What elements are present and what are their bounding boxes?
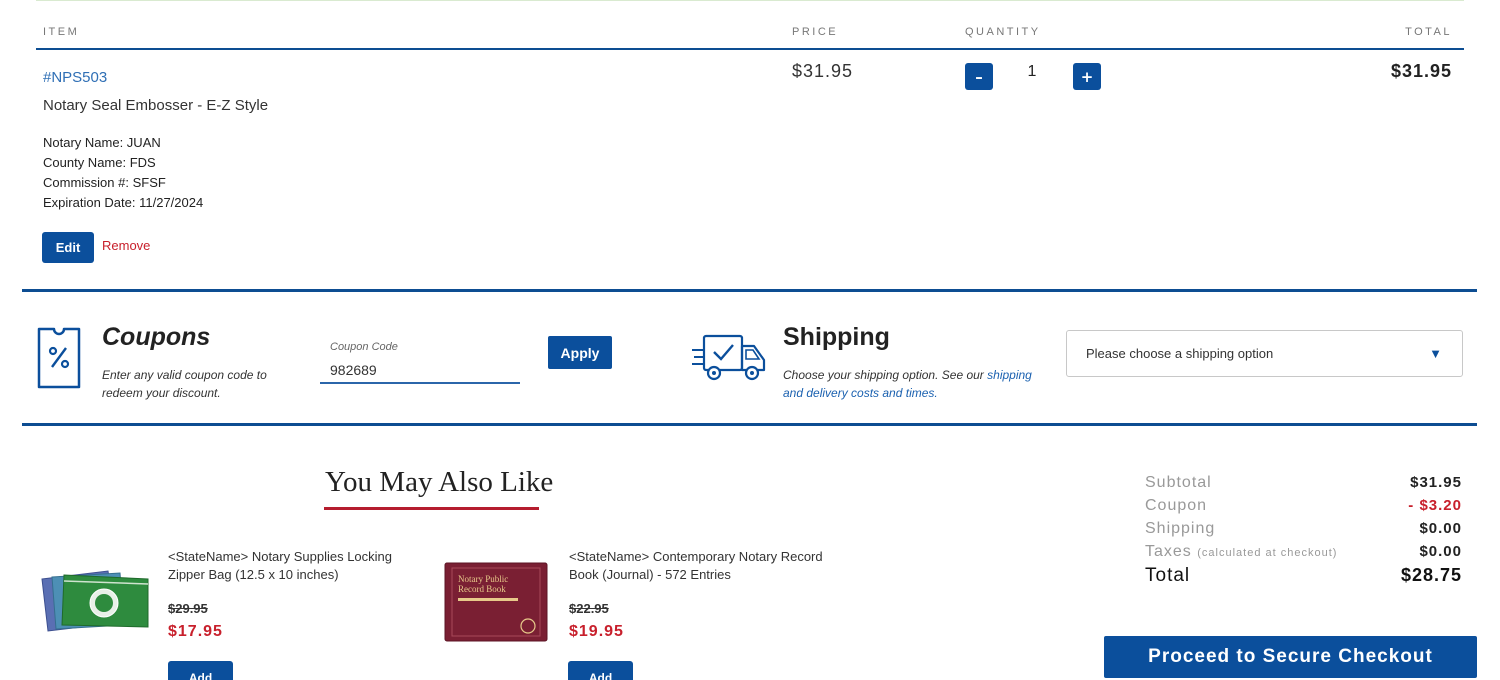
summary-total-row: Total $28.75 [1145,565,1462,587]
dropdown-arrow-icon: ▼ [1429,346,1442,361]
rec-item-1-price: $17.95 [168,623,223,640]
coupons-title: Coupons [102,323,211,351]
item-spec-commission: Commission #: SFSF [43,175,166,190]
decrease-quantity-button[interactable]: – [965,63,993,90]
edit-item-button[interactable]: Edit [42,232,94,263]
recommendations-title: You May Also Like [325,466,554,498]
apply-coupon-button[interactable]: Apply [548,336,612,369]
item-spec-county-name: County Name: FDS [43,155,156,170]
taxes-note: (calculated at checkout) [1197,547,1338,559]
proceed-to-checkout-button[interactable]: Proceed to Secure Checkout [1104,636,1477,678]
recommendations-title-underline [324,507,539,510]
item-line-total: $31.95 [1390,61,1452,81]
column-header-quantity: QUANTITY [965,26,1041,38]
record-book-product-image[interactable]: Notary Public Record Book [444,562,548,647]
shipping-cost-value: $0.00 [1419,520,1462,537]
taxes-label: Taxes (calculated at checkout) [1145,543,1337,561]
rec-item-1-old-price: $29.95 [168,601,208,616]
record-book-cover-title-line1: Notary Public [458,574,508,584]
zipper-bag-product-image[interactable] [38,565,152,640]
shipping-title: Shipping [783,323,890,351]
item-spec-notary-name: Notary Name: JUAN [43,135,161,150]
summary-subtotal-row: Subtotal $31.95 [1145,474,1462,492]
item-title: Notary Seal Embosser - E-Z Style [43,97,269,114]
shipping-option-select[interactable]: Please choose a shipping option ▼ [1066,330,1463,377]
item-sku-link[interactable]: #NPS503 [43,69,107,86]
remove-item-link[interactable]: Remove [102,238,150,253]
coupon-discount-label: Coupon [1145,497,1208,514]
column-header-item: ITEM [43,26,80,38]
rec-item-1-name[interactable]: <StateName> Notary Supplies Locking Zipp… [168,548,408,584]
item-spec-expiration: Expiration Date: 11/27/2024 [43,195,204,210]
coupon-ticket-icon [36,326,82,395]
summary-coupon-row: Coupon - $3.20 [1145,497,1462,515]
summary-taxes-row: Taxes (calculated at checkout) $0.00 [1145,543,1462,561]
add-rec-item-1-button[interactable]: Add [168,661,233,680]
order-total-value: $28.75 [1400,565,1462,585]
increase-quantity-button[interactable]: + [1073,63,1101,90]
order-total-label: Total [1145,565,1191,586]
subtotal-label: Subtotal [1145,474,1212,491]
coupon-code-label: Coupon Code [330,341,398,353]
item-price: $31.95 [792,61,854,81]
subtotal-value: $31.95 [1410,474,1462,491]
coupons-description: Enter any valid coupon code to redeem yo… [102,368,267,400]
record-book-cover-title-line2: Record Book [458,584,506,594]
taxes-value: $0.00 [1419,543,1462,560]
coupon-discount-value: - $3.20 [1408,497,1462,514]
column-header-total: TOTAL [1405,26,1452,38]
taxes-label-text: Taxes [1145,543,1192,560]
coupon-band-top-divider [22,289,1477,292]
rec-item-2-price: $19.95 [569,623,624,640]
shipping-description-text: Choose your shipping option. See our [783,368,988,382]
shipping-description: Choose your shipping option. See our shi… [783,366,1043,402]
top-divider [36,0,1464,1]
column-header-price: PRICE [792,26,839,38]
header-divider [36,48,1464,50]
add-rec-item-2-button[interactable]: Add [568,661,633,680]
rec-item-2-old-price: $22.95 [569,601,609,616]
shipping-cost-label: Shipping [1145,520,1216,537]
shipping-select-value: Please choose a shipping option [1086,346,1274,361]
coupon-band-bottom-divider [22,423,1477,426]
summary-shipping-row: Shipping $0.00 [1145,520,1462,538]
rec-item-2-name[interactable]: <StateName> Contemporary Notary Record B… [569,548,829,584]
delivery-truck-icon [690,332,768,387]
quantity-value: 1 [1027,63,1037,80]
coupon-code-input[interactable] [320,357,520,384]
